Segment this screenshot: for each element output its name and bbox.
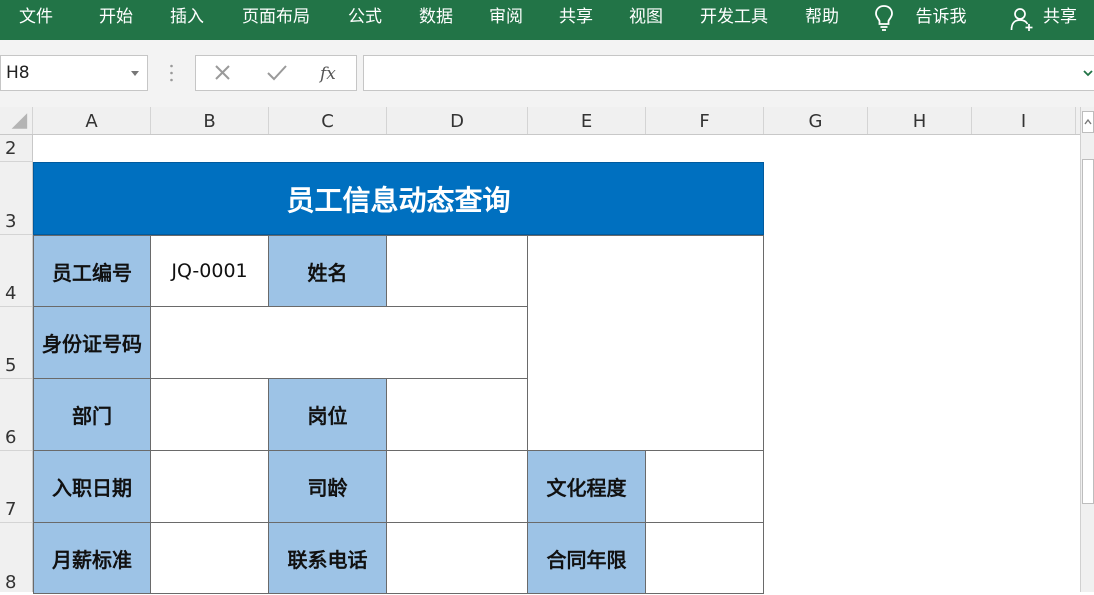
formula-bar: H8 fx	[0, 40, 1094, 107]
column-headers: A B C D E F G H I	[0, 107, 1080, 135]
tab-page-layout[interactable]: 页面布局	[238, 0, 314, 36]
tell-me-button[interactable]: 告诉我	[911, 0, 971, 36]
column-header-h[interactable]: H	[868, 107, 972, 134]
scroll-thumb[interactable]	[1082, 159, 1094, 504]
row-header-3[interactable]: 3	[0, 162, 32, 235]
name-box-dropdown-icon[interactable]	[131, 71, 139, 76]
column-header-d[interactable]: D	[387, 107, 528, 134]
tab-insert[interactable]: 插入	[167, 0, 207, 36]
row-number: 5	[5, 355, 17, 376]
row-header-5[interactable]: 5	[0, 307, 32, 379]
value-education[interactable]	[645, 450, 764, 523]
label-name[interactable]: 姓名	[268, 235, 387, 307]
label-contract-term[interactable]: 合同年限	[527, 522, 646, 594]
value-employee-id[interactable]: JQ-0001	[150, 235, 269, 307]
value-phone[interactable]	[386, 522, 528, 594]
row-header-4[interactable]: 4	[0, 235, 32, 307]
value-hire-date[interactable]	[150, 450, 269, 523]
tab-formulas[interactable]: 公式	[345, 0, 385, 36]
splitter-dots-icon[interactable]	[170, 64, 173, 82]
column-header-a[interactable]: A	[33, 107, 151, 134]
value-contract-term[interactable]	[645, 522, 764, 594]
photo-area[interactable]	[527, 235, 764, 451]
person-icon[interactable]	[1010, 6, 1034, 32]
svg-text:fx: fx	[318, 64, 336, 84]
row-header-6[interactable]: 6	[0, 379, 32, 451]
label-position[interactable]: 岗位	[268, 378, 387, 451]
tab-review[interactable]: 审阅	[486, 0, 526, 36]
tab-data[interactable]: 数据	[416, 0, 456, 36]
tab-view[interactable]: 视图	[626, 0, 666, 36]
row-number: 2	[5, 138, 17, 159]
row-header-2[interactable]: 2	[0, 135, 32, 162]
row-number: 6	[5, 427, 17, 448]
label-employee-id[interactable]: 员工编号	[33, 235, 151, 307]
tab-help[interactable]: 帮助	[802, 0, 842, 36]
chevron-down-icon[interactable]	[1082, 67, 1094, 79]
x-icon[interactable]	[208, 56, 238, 90]
value-tenure[interactable]	[386, 450, 528, 523]
tab-developer[interactable]: 开发工具	[696, 0, 772, 36]
table-title[interactable]: 员工信息动态查询	[33, 162, 764, 235]
row-header-7[interactable]: 7	[0, 451, 32, 523]
column-header-e[interactable]: E	[528, 107, 646, 134]
value-id-number[interactable]	[150, 306, 528, 379]
row-number: 3	[5, 211, 17, 232]
row-number: 8	[5, 572, 17, 593]
tab-home[interactable]: 开始	[96, 0, 136, 36]
label-id-number[interactable]: 身份证号码	[33, 306, 151, 379]
label-department[interactable]: 部门	[33, 378, 151, 451]
value-name[interactable]	[386, 235, 528, 307]
lightbulb-icon[interactable]	[873, 4, 895, 32]
tab-file[interactable]: 文件	[16, 0, 56, 36]
select-all-corner[interactable]	[0, 107, 33, 134]
vertical-scrollbar[interactable]	[1080, 107, 1094, 592]
formula-buttons: fx	[195, 55, 357, 91]
share-button[interactable]: 共享	[1040, 0, 1080, 36]
value-position[interactable]	[386, 378, 528, 451]
tab-share[interactable]: 共享	[556, 0, 596, 36]
value-salary[interactable]	[150, 522, 269, 594]
row-number: 4	[5, 283, 17, 304]
column-header-g[interactable]: G	[764, 107, 868, 134]
fx-icon[interactable]: fx	[316, 56, 346, 90]
label-hire-date[interactable]: 入职日期	[33, 450, 151, 523]
row-header-8[interactable]: 8	[0, 523, 32, 595]
label-tenure[interactable]: 司龄	[268, 450, 387, 523]
row-headers: 2 3 4 5 6 7 8	[0, 135, 33, 595]
scroll-up-button[interactable]	[1082, 111, 1094, 133]
column-header-f[interactable]: F	[646, 107, 764, 134]
label-phone[interactable]: 联系电话	[268, 522, 387, 594]
label-education[interactable]: 文化程度	[527, 450, 646, 523]
label-salary[interactable]: 月薪标准	[33, 522, 151, 594]
ribbon-tab-bar: 文件 开始 插入 页面布局 公式 数据 审阅 共享 视图 开发工具 帮助 告诉我…	[0, 0, 1094, 40]
column-header-b[interactable]: B	[151, 107, 269, 134]
column-header-i[interactable]: I	[972, 107, 1076, 134]
name-box-value: H8	[6, 56, 30, 90]
column-header-c[interactable]: C	[269, 107, 387, 134]
value-department[interactable]	[150, 378, 269, 451]
row-number: 7	[5, 499, 17, 520]
formula-input[interactable]	[363, 55, 1094, 91]
name-box[interactable]: H8	[0, 55, 148, 91]
checkmark-icon[interactable]	[262, 56, 292, 90]
chevron-up-icon	[1084, 118, 1092, 125]
worksheet-grid[interactable]: A B C D E F G H I 2 3 4 5 6 7 8 员工信息动态查询…	[0, 107, 1080, 595]
